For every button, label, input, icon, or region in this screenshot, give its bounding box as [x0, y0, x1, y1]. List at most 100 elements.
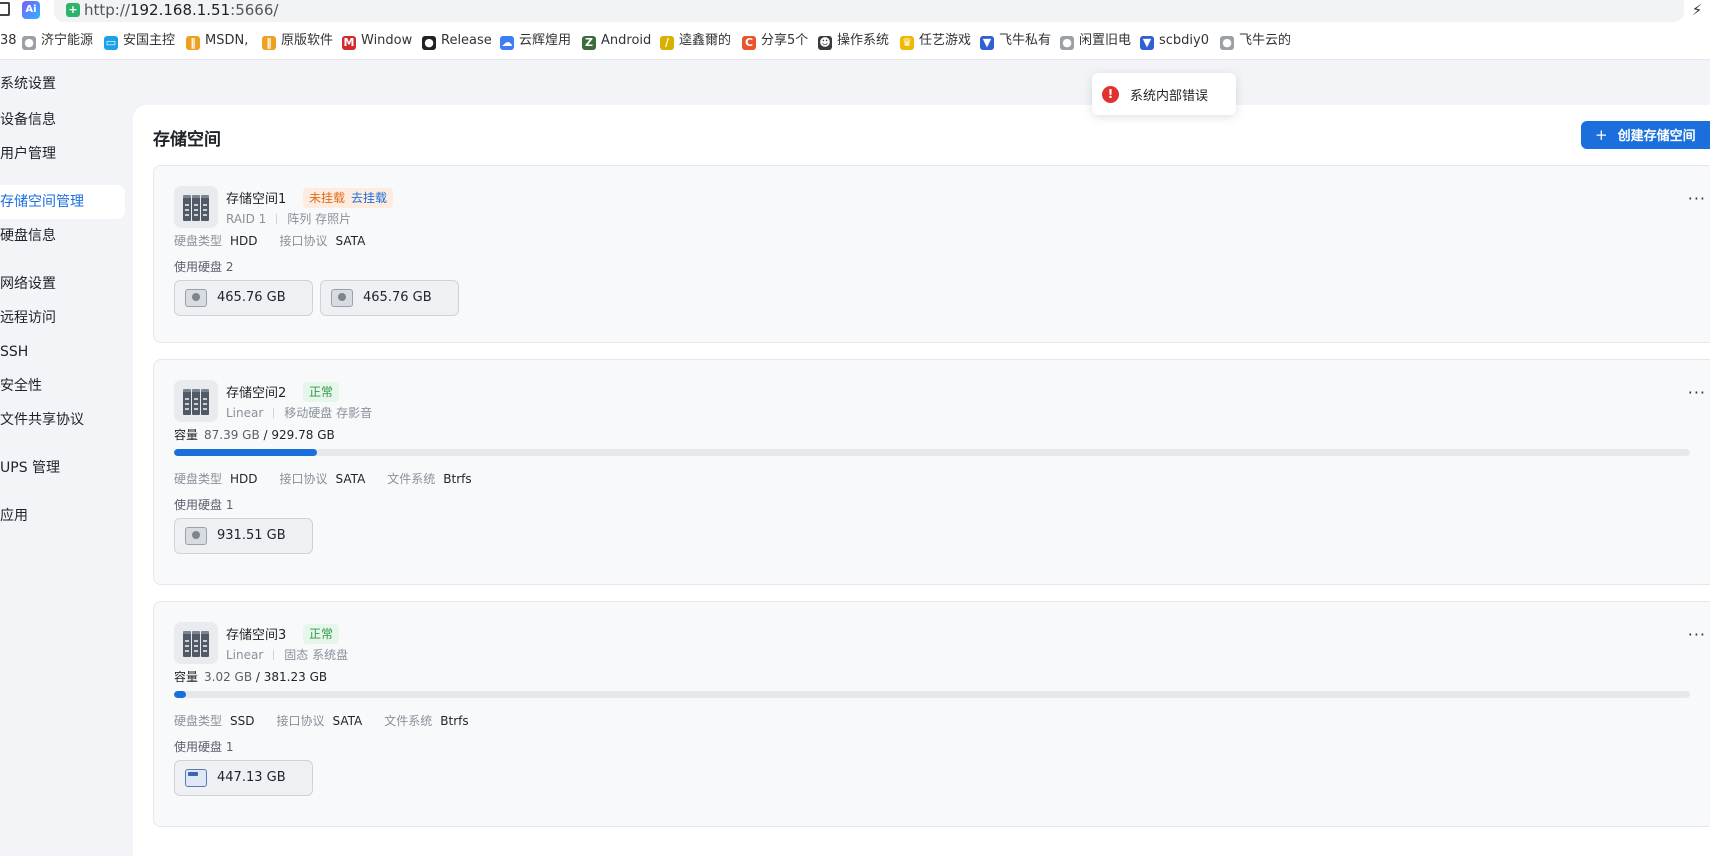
bookmark-item[interactable]: 38 — [0, 32, 22, 50]
bookmark-item[interactable]: Z Android — [582, 32, 662, 50]
bookmark-label: 济宁能源 — [41, 33, 94, 48]
capacity-readout: 容量 3.02 GB / 381.23 GB — [174, 670, 328, 684]
interface-protocol-value: SATA — [335, 234, 366, 248]
bookmark-item[interactable]: ● 闲置旧电 — [1060, 32, 1140, 50]
status-text: 正常 — [309, 385, 334, 399]
sidebar-item[interactable]: 网络设置 — [0, 267, 125, 301]
used-disks-text: 使用硬盘 — [174, 740, 223, 754]
bookmark-item[interactable]: ♛ 任艺游戏 — [900, 32, 982, 50]
status-badge: 正常 — [303, 382, 340, 402]
disk-specs: 硬盘类型 HDD 接口协议 SATA 文件系统 Btrfs — [174, 470, 494, 487]
sidebar-item[interactable]: 应用 — [0, 499, 125, 533]
bookmark-label: Window — [361, 33, 413, 48]
used-disks-text: 使用硬盘 — [174, 498, 223, 512]
sidebar-item[interactable]: UPS 管理 — [0, 451, 125, 485]
interface-protocol-value: SATA — [332, 714, 363, 728]
disk-chip[interactable]: 465.76 GB — [174, 280, 313, 316]
more-options-icon[interactable]: ··· — [1688, 191, 1706, 207]
storage-server-icon — [174, 380, 218, 422]
bookmark-item[interactable]: ☻ 操作系统 — [818, 32, 902, 50]
hard-disk-icon — [331, 289, 353, 307]
globe-icon: ● — [1220, 36, 1234, 50]
leaf-icon: ∕ — [660, 36, 674, 50]
bookmark-item[interactable]: ▼ 飞牛私有 — [980, 32, 1060, 50]
ai-assistant-icon[interactable]: Ai — [22, 1, 40, 19]
used-disks-label: 使用硬盘 2 — [174, 258, 233, 275]
bookmark-item[interactable]: ▼ scbdiy0 — [1140, 32, 1218, 50]
bookmark-label: 飞牛私有 — [999, 33, 1052, 48]
more-options-icon[interactable]: ··· — [1688, 627, 1706, 643]
hard-disk-icon — [185, 527, 207, 545]
pool-name: 存储空间3 — [226, 628, 287, 643]
plus-icon: + — [1595, 126, 1608, 144]
mount-link[interactable]: 去挂载 — [351, 191, 387, 205]
url-field[interactable]: + http://192.168.1.51:5666/ — [54, 0, 1684, 22]
bookmark-item[interactable]: ∕ 逵鑫爾的 — [660, 32, 744, 50]
status-badge: 未挂载 去挂载 — [303, 188, 394, 208]
disk-size: 465.76 GB — [217, 290, 286, 305]
globe-icon: ● — [22, 36, 36, 50]
bookmark-label: 38 — [0, 33, 17, 48]
bookmark-item[interactable]: ‖ 原版软件 — [262, 32, 344, 50]
sidebar-item[interactable]: 安全性 — [0, 369, 125, 403]
disk-type-label: 硬盘类型 — [174, 234, 223, 248]
storage-server-icon — [174, 622, 218, 664]
bilibili-icon: ▭ — [104, 36, 118, 50]
m-logo-icon: M — [342, 36, 356, 50]
ssd-icon — [185, 769, 207, 787]
feiniu-icon: ▼ — [1140, 36, 1154, 50]
sidebar-item[interactable]: 用户管理 — [0, 137, 125, 171]
url-text[interactable]: http://192.168.1.51:5666/ — [84, 1, 278, 19]
pool-description: 移动硬盘 存影音 — [284, 406, 373, 420]
disk-chip[interactable]: 447.13 GB — [174, 760, 313, 796]
filesystem-value: Btrfs — [440, 714, 469, 728]
bookmark-label: 原版软件 — [281, 33, 334, 48]
capacity-used: 87.39 GB — [204, 428, 260, 442]
capacity-label: 容量 — [174, 428, 199, 442]
bookmark-item[interactable]: ☁ 云辉煌用 — [500, 32, 584, 50]
lightning-icon[interactable]: ⚡ — [1684, 0, 1710, 22]
raid-type: Linear — [226, 648, 264, 662]
bookmark-item[interactable]: ● 飞牛云的 — [1220, 32, 1300, 50]
capacity-readout: 容量 87.39 GB / 929.78 GB — [174, 428, 335, 442]
bookmark-item[interactable]: ● Release — [422, 32, 502, 50]
bookmark-item[interactable]: ● 济宁能源 — [22, 32, 104, 50]
sidebar-item[interactable]: 设备信息 — [0, 103, 125, 137]
bookmark-item[interactable]: ‖ MSDN, — [186, 32, 264, 50]
disk-chip[interactable]: 465.76 GB — [320, 280, 459, 316]
used-disks-label: 使用硬盘 1 — [174, 496, 233, 513]
bookmark-item[interactable]: ▭ 安国主控 — [104, 32, 188, 50]
sidebar-item[interactable]: 远程访问 — [0, 301, 125, 335]
capacity-used: 3.02 GB — [204, 670, 253, 684]
msdn-icon: ‖ — [186, 36, 200, 50]
home-icon[interactable] — [0, 2, 10, 16]
disk-size: 465.76 GB — [363, 290, 432, 305]
crown-icon: ♛ — [900, 36, 914, 50]
status-text: 未挂载 — [309, 191, 346, 205]
storage-pool-card: 存储空间1 未挂载 去挂载 RAID 1 阵列 存照片 ··· 硬盘类型 HDD 接口协议 SAT… — [153, 165, 1710, 343]
interface-protocol-label: 接口协议 — [279, 472, 328, 486]
bookmark-item[interactable]: C 分享5个 — [742, 32, 820, 50]
hard-disk-icon — [185, 289, 207, 307]
used-disks-count: 2 — [225, 260, 234, 274]
sidebar-item[interactable]: 文件共享协议 — [0, 403, 125, 437]
create-storage-button[interactable]: + 创建存储空间 — [1581, 121, 1710, 149]
browser-address-bar: Ai + http://192.168.1.51:5666/ ⚡ — [0, 0, 1710, 22]
bookmark-label: scbdiy0 — [1159, 33, 1210, 48]
disk-type-value: HDD — [230, 234, 258, 248]
storage-pool-card: 存储空间2 正常 Linear 移动硬盘 存影音 ··· 容量 87.39 GB / 929… — [153, 359, 1710, 585]
bookmark-item[interactable]: M Window — [342, 32, 424, 50]
secure-shield-icon: + — [66, 3, 80, 17]
bookmark-label: 闲置旧电 — [1079, 33, 1132, 48]
disk-chip[interactable]: 931.51 GB — [174, 518, 313, 554]
more-options-icon[interactable]: ··· — [1688, 385, 1706, 401]
disk-size: 447.13 GB — [217, 770, 286, 785]
sidebar-item[interactable]: 存储空间管理 — [0, 185, 125, 219]
toast-message: 系统内部错误 — [1130, 89, 1209, 104]
feiniu-icon: ▼ — [980, 36, 994, 50]
sidebar-item[interactable]: SSH — [0, 335, 125, 369]
sidebar-item[interactable]: 硬盘信息 — [0, 219, 125, 253]
status-badge: 正常 — [303, 624, 340, 644]
used-disks-count: 1 — [225, 740, 234, 754]
interface-protocol-value: SATA — [335, 472, 366, 486]
